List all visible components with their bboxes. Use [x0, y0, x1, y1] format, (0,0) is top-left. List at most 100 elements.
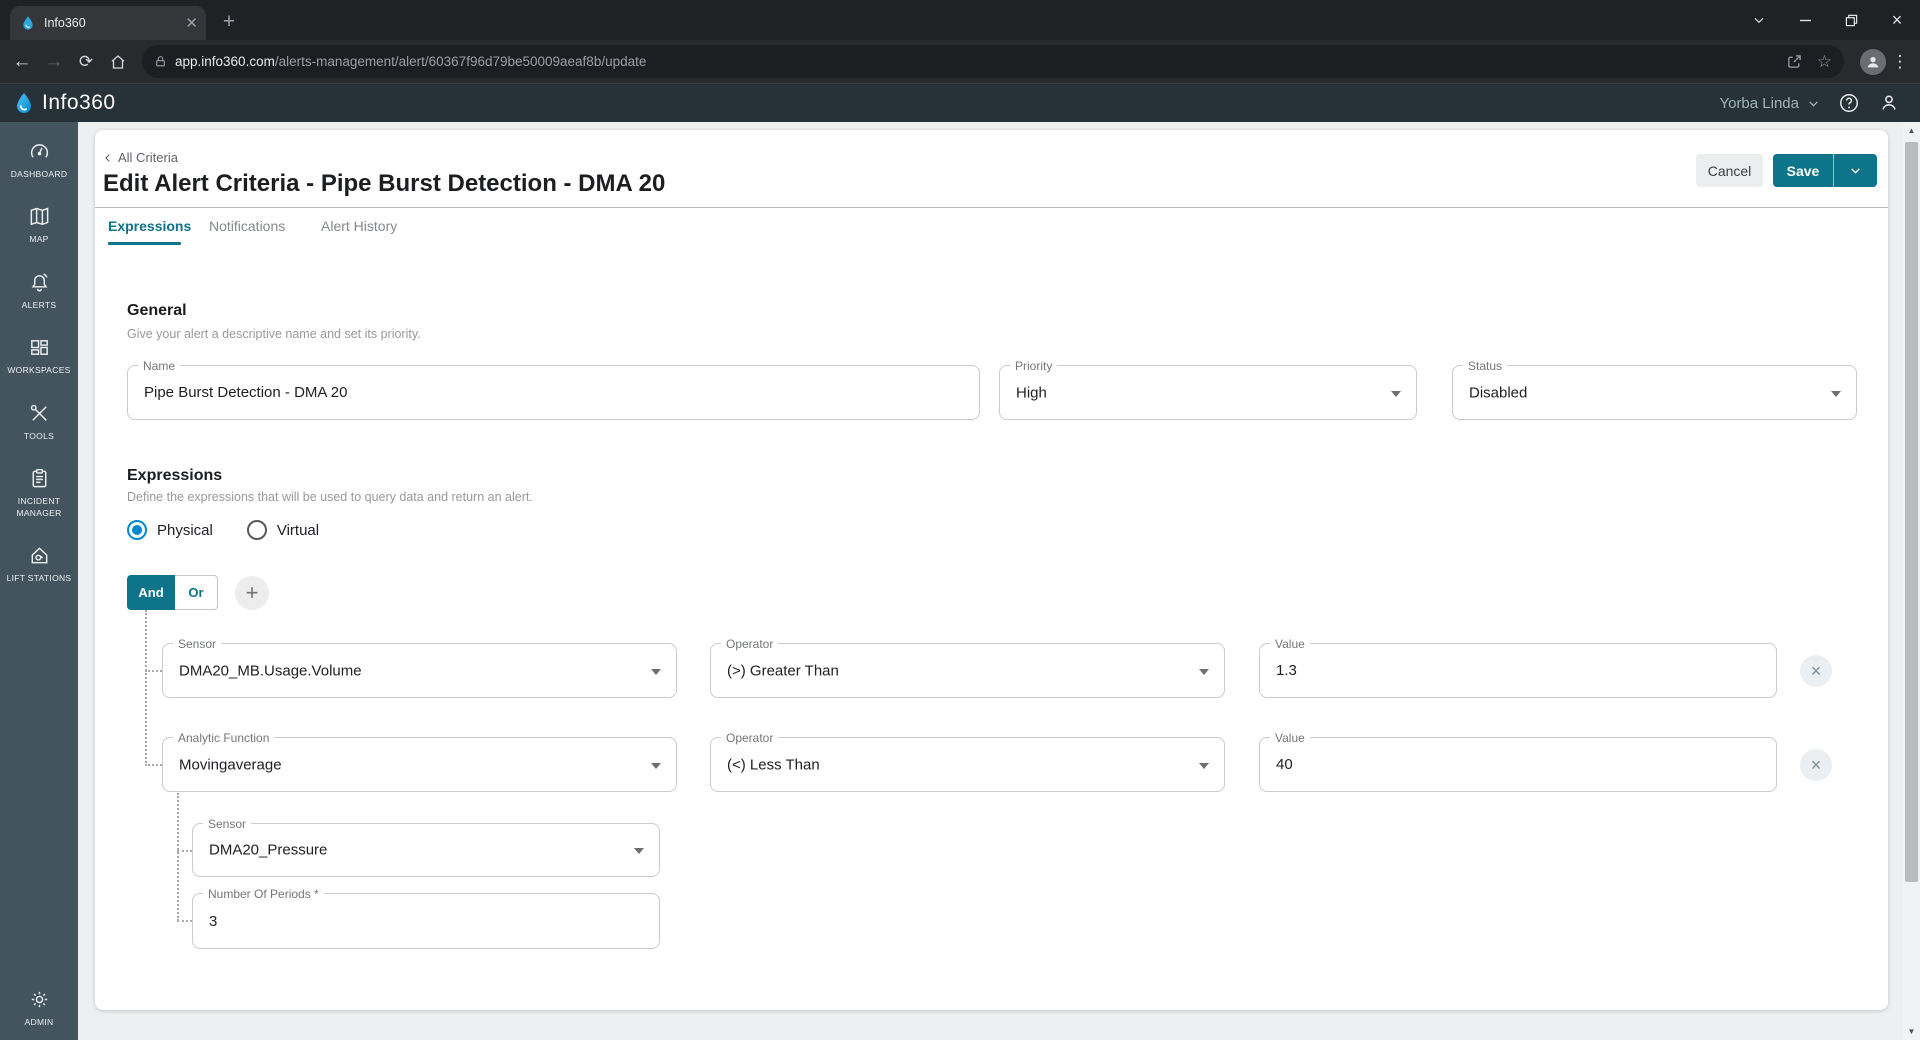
priority-select[interactable]: Priority High	[999, 358, 1417, 420]
and-toggle-button[interactable]: And	[127, 575, 175, 610]
sidebar-label: ALERTS	[21, 299, 57, 310]
save-split-button: Save	[1773, 154, 1877, 187]
expressions-heading: Expressions	[127, 467, 223, 484]
new-tab-button[interactable]: +	[216, 10, 242, 34]
sidebar-label: ADMIN	[24, 1016, 54, 1027]
or-toggle-button[interactable]: Or	[175, 575, 218, 610]
browser-tab[interactable]: Info360 ✕	[10, 6, 206, 40]
radio-virtual-label: Virtual	[276, 521, 320, 539]
tab-search-chevron-icon[interactable]	[1736, 0, 1782, 40]
row2-operator-select[interactable]: Operator (<) Less Than	[710, 730, 1225, 792]
expressions-subtitle: Define the expressions that will be used…	[127, 490, 533, 504]
row1-sensor-value: DMA20_MB.Usage.Volume	[179, 662, 362, 679]
save-button[interactable]: Save	[1773, 154, 1833, 187]
water-drop-logo-icon	[17, 93, 31, 113]
breadcrumb[interactable]: All Criteria	[103, 150, 178, 165]
radio-unselected-icon	[246, 520, 267, 540]
close-window-button[interactable]: ×	[1874, 0, 1920, 40]
help-icon[interactable]	[1838, 92, 1860, 114]
row1-operator-select[interactable]: Operator (>) Greater Than	[710, 636, 1225, 698]
cancel-button[interactable]: Cancel	[1696, 154, 1763, 187]
status-select[interactable]: Status Disabled	[1452, 358, 1857, 420]
radio-physical-label: Physical	[157, 521, 213, 539]
radio-virtual[interactable]: Virtual	[246, 520, 320, 540]
sidebar-label: WORKSPACES	[7, 365, 71, 376]
sidebar-item-workspaces[interactable]: WORKSPACES	[1, 336, 77, 376]
app-logo: Info360	[12, 91, 116, 115]
location-selector[interactable]: Yorba Linda	[1719, 95, 1820, 112]
forward-icon[interactable]: →	[38, 46, 70, 78]
status-value: Disabled	[1469, 384, 1528, 401]
add-expression-button[interactable]: +	[235, 576, 269, 610]
address-bar[interactable]: app.info360.com/alerts-management/alert/…	[142, 45, 1844, 78]
sidebar-item-map[interactable]: MAP	[1, 205, 77, 245]
tab-expressions[interactable]: Expressions	[108, 218, 191, 234]
bell-icon	[31, 273, 48, 292]
sidebar-item-alerts[interactable]: ALERTS	[1, 271, 77, 311]
row1-sensor-select[interactable]: Sensor DMA20_MB.Usage.Volume	[162, 636, 677, 698]
tab-title: Info360	[44, 16, 86, 30]
user-account-icon[interactable]	[1878, 92, 1900, 114]
row3-sensor-select[interactable]: Sensor DMA20_Pressure	[192, 816, 660, 877]
reload-icon[interactable]: ⟳	[70, 46, 102, 78]
tab-close-icon[interactable]: ✕	[185, 16, 198, 31]
share-icon[interactable]	[1786, 53, 1803, 70]
back-icon[interactable]: ←	[6, 46, 38, 78]
bookmark-star-icon[interactable]: ☆	[1817, 52, 1832, 72]
row3-periods-field[interactable]: Number Of Periods *	[192, 886, 660, 949]
sidebar-item-tools[interactable]: TOOLS	[1, 402, 77, 442]
restore-button[interactable]	[1828, 0, 1874, 40]
connector-line	[145, 764, 162, 766]
name-field[interactable]: Name	[127, 358, 980, 420]
row2-value-field[interactable]: Value	[1259, 730, 1777, 792]
page-scrollbar[interactable]: ▲ ▼	[1903, 122, 1920, 1040]
sidebar-label: INCIDENT MANAGER	[16, 496, 62, 518]
scroll-down-arrow-icon[interactable]: ▼	[1903, 1023, 1920, 1040]
sidebar-nav: DASHBOARD MAP ALERTS WORKSPACES TOOLS IN…	[0, 122, 78, 1040]
gear-icon	[31, 991, 47, 1007]
general-heading: General	[127, 302, 187, 319]
gauge-icon	[30, 144, 48, 158]
name-input[interactable]	[144, 366, 965, 419]
priority-value: High	[1016, 384, 1047, 401]
main-area: All Criteria Edit Alert Criteria - Pipe …	[78, 122, 1903, 1040]
minimize-button[interactable]	[1782, 0, 1828, 40]
row2-value-input[interactable]	[1276, 738, 1762, 791]
tab-alert-history[interactable]: Alert History	[321, 218, 397, 234]
browser-menu-icon[interactable]: ⋮	[1890, 52, 1910, 72]
row1-remove-button[interactable]: ×	[1800, 655, 1832, 687]
row2-operator-label: Operator	[721, 730, 779, 746]
row3-sensor-label: Sensor	[203, 816, 252, 832]
row1-value-field[interactable]: Value	[1259, 636, 1777, 698]
tools-icon	[30, 404, 47, 421]
windows-icon	[30, 340, 48, 356]
row1-operator-label: Operator	[721, 636, 779, 652]
tab-notifications[interactable]: Notifications	[209, 218, 285, 234]
active-tab-underline	[108, 242, 181, 245]
radio-physical[interactable]: Physical	[127, 520, 213, 540]
sidebar-item-incident-manager[interactable]: INCIDENT MANAGER	[1, 467, 77, 519]
home-icon[interactable]	[102, 46, 134, 78]
radio-selected-icon	[127, 520, 147, 540]
breadcrumb-label: All Criteria	[118, 150, 178, 165]
row2-analytic-function-select[interactable]: Analytic Function Movingaverage	[162, 730, 677, 792]
person-silhouette-icon	[1867, 56, 1879, 67]
row2-remove-button[interactable]: ×	[1800, 749, 1832, 781]
sidebar-item-lift-stations[interactable]: LIFT STATIONS	[1, 544, 77, 584]
scroll-up-arrow-icon[interactable]: ▲	[1903, 122, 1920, 139]
save-options-chevron-button[interactable]	[1833, 154, 1877, 187]
clipboard-icon	[32, 469, 46, 488]
pump-house-icon	[31, 547, 47, 564]
chevron-down-icon	[1809, 100, 1818, 107]
header-divider	[95, 207, 1888, 208]
sidebar-label: MAP	[29, 234, 49, 245]
general-subtitle: Give your alert a descriptive name and s…	[127, 327, 421, 341]
sidebar-item-dashboard[interactable]: DASHBOARD	[1, 140, 77, 180]
row3-sensor-value: DMA20_Pressure	[209, 841, 328, 859]
status-label: Status	[1463, 358, 1508, 374]
row3-periods-input[interactable]	[209, 894, 645, 948]
scrollbar-thumb[interactable]	[1905, 142, 1918, 882]
row1-value-input[interactable]	[1276, 644, 1762, 697]
browser-profile-avatar[interactable]	[1860, 48, 1886, 75]
sidebar-item-admin[interactable]: ADMIN	[1, 988, 77, 1028]
